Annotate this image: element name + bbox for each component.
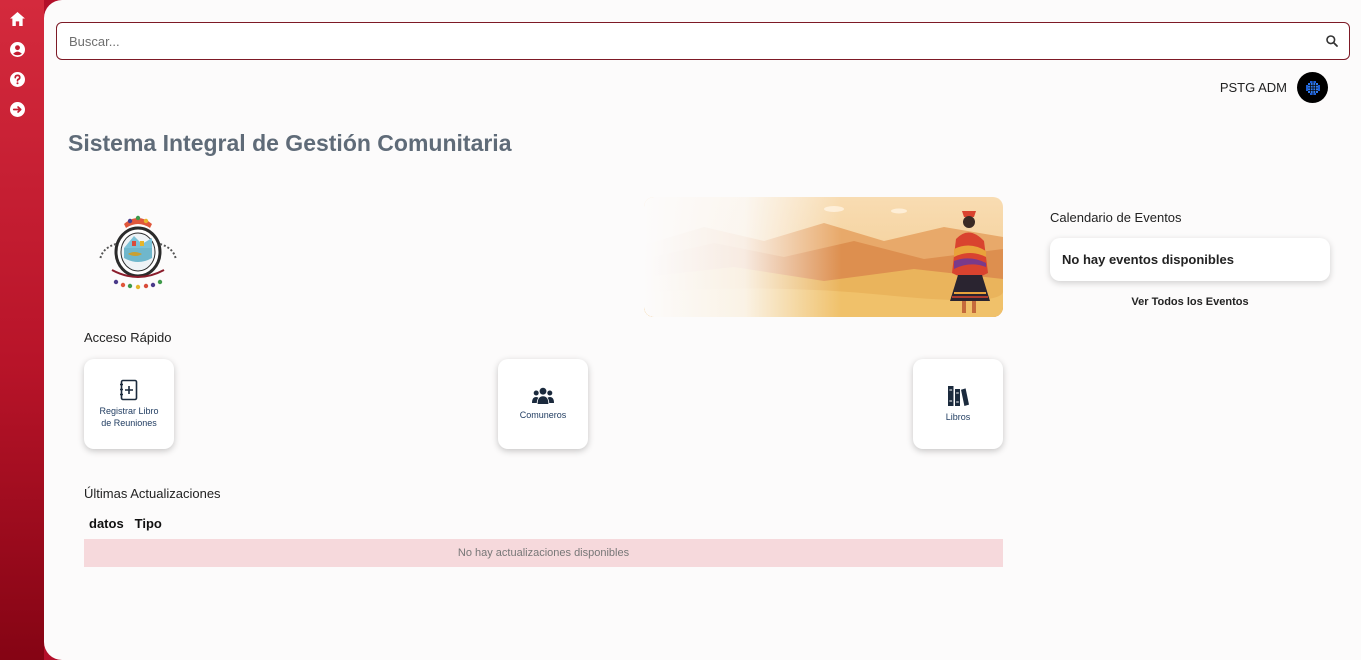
add-book-icon [120, 379, 138, 401]
help-circle-icon[interactable] [9, 71, 25, 87]
avatar-grid-icon [1305, 80, 1320, 95]
card-label: Registrar Libro de Reuniones [99, 406, 159, 428]
updates-empty-row: No hay actualizaciones disponibles [84, 539, 1003, 567]
logout-icon[interactable] [9, 101, 25, 117]
updates-table-header: datos Tipo [84, 516, 168, 531]
calendar-title: Calendario de Eventos [1050, 210, 1182, 225]
card-label: Libros [945, 412, 971, 422]
page-title: Sistema Integral de Gestión Comunitaria [68, 130, 512, 156]
main-content: PSTG ADM Sistema Integral de Gestión Com… [44, 0, 1361, 660]
community-emblem [99, 215, 177, 290]
avatar[interactable] [1297, 72, 1328, 103]
search-input[interactable] [69, 23, 1309, 59]
users-icon [532, 387, 554, 404]
user-circle-icon[interactable] [9, 41, 25, 57]
view-all-events-link[interactable]: Ver Todos los Eventos [1050, 296, 1330, 308]
books-card[interactable]: Libros [913, 359, 1003, 449]
latest-updates-title: Últimas Actualizaciones [84, 486, 221, 501]
register-meeting-book-card[interactable]: Registrar Libro de Reuniones [84, 359, 174, 449]
home-icon[interactable] [9, 11, 25, 27]
quick-access-title: Acceso Rápido [84, 330, 172, 345]
books-icon [948, 386, 969, 406]
card-label: Comuneros [519, 410, 567, 420]
column-header-datos: datos [89, 516, 124, 531]
search-icon[interactable] [1325, 34, 1339, 48]
andean-banner-image [644, 197, 1003, 317]
events-empty-card: No hay eventos disponibles [1050, 238, 1330, 281]
column-header-tipo: Tipo [134, 516, 162, 531]
members-card[interactable]: Comuneros [498, 359, 588, 449]
search-bar [56, 22, 1350, 60]
user-name[interactable]: PSTG ADM [1220, 80, 1287, 95]
sidebar [0, 0, 44, 660]
